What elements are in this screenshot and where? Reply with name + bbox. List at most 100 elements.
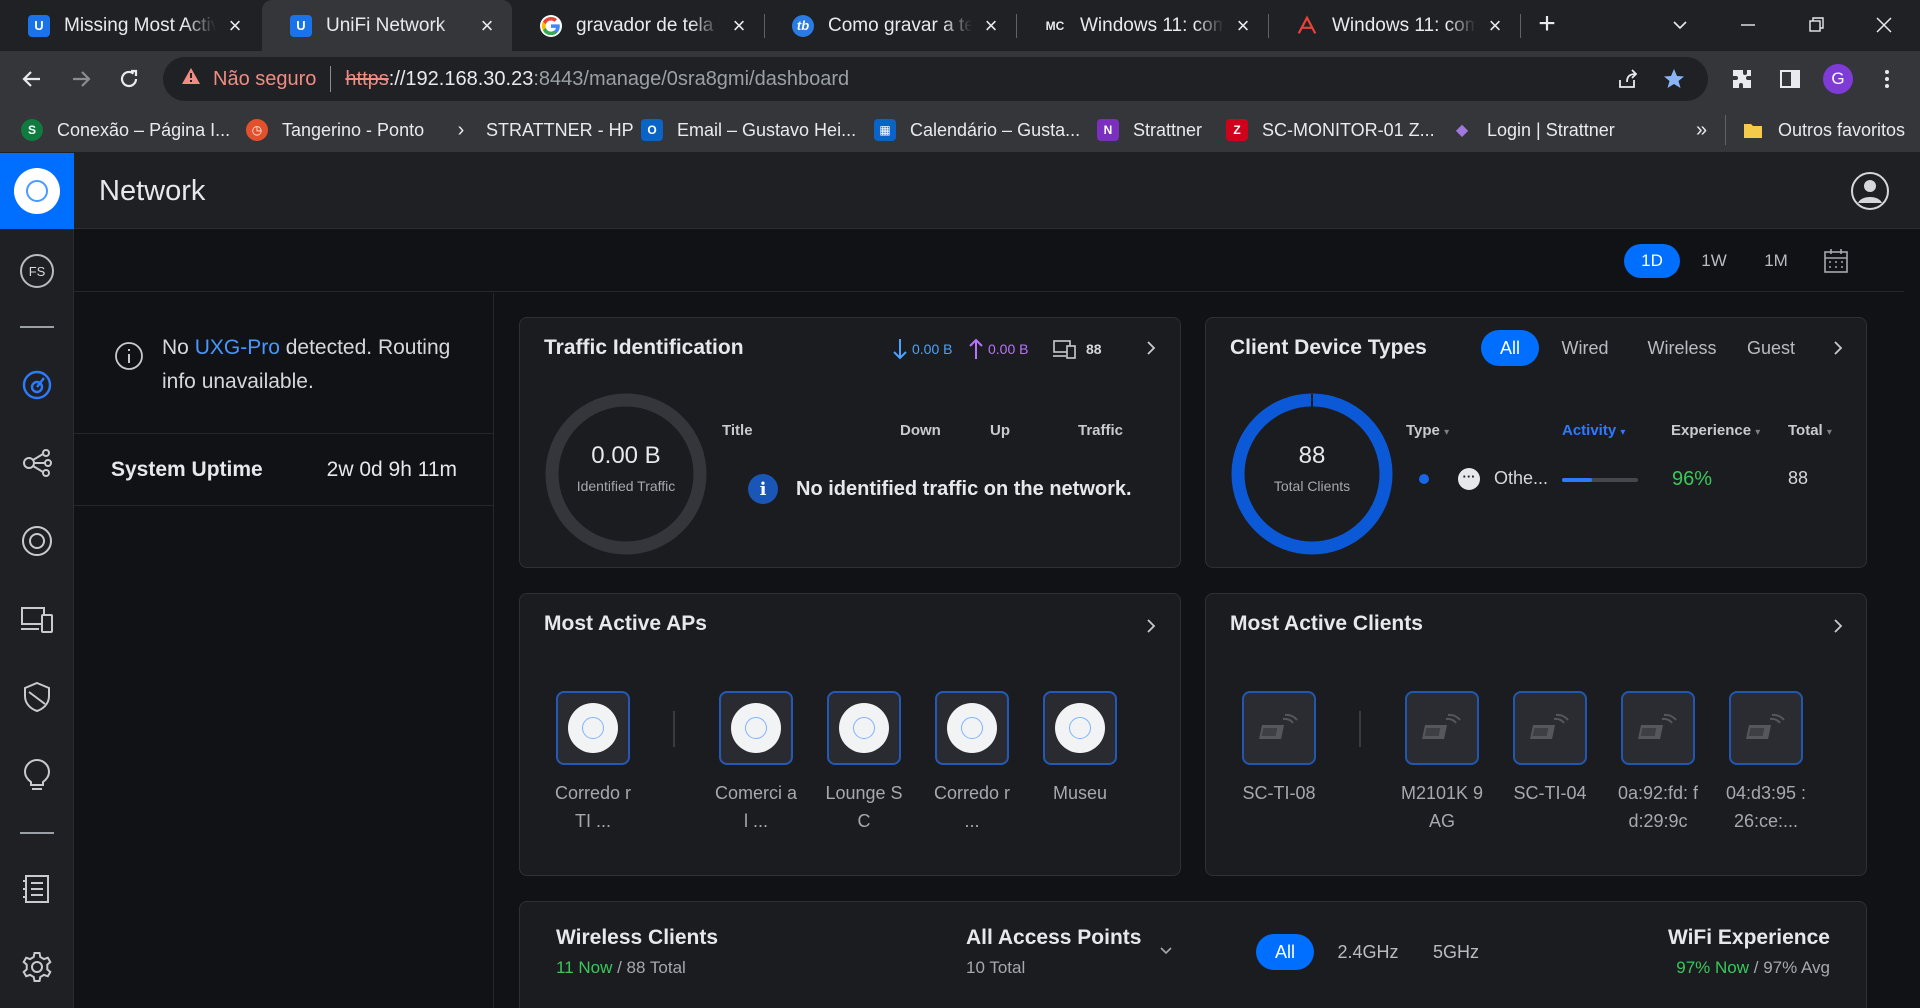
browser-tab[interactable]: tb Como gravar a tela × <box>764 0 1016 51</box>
close-icon[interactable]: × <box>728 14 750 37</box>
sidebar-item-settings[interactable] <box>17 947 57 987</box>
not-secure-label[interactable]: Não seguro <box>213 68 316 91</box>
browser-tab[interactable]: U Missing Most Active × <box>0 0 260 51</box>
extensions-icon[interactable] <box>1727 64 1757 94</box>
profile-avatar[interactable]: G <box>1823 64 1853 94</box>
client-item[interactable]: SC-TI-08 <box>1242 691 1316 807</box>
app-header: Network <box>74 153 1920 229</box>
calendar-icon: ▦ <box>874 119 896 141</box>
band-2-4ghz[interactable]: 2.4GHz <box>1326 934 1410 970</box>
client-item[interactable]: 04:d3:95 :26:ce:... <box>1726 691 1806 835</box>
client-item[interactable]: M2101K 9AG <box>1401 691 1483 835</box>
close-icon[interactable]: × <box>1232 14 1254 37</box>
ap-item[interactable]: Lounge SC <box>825 691 903 835</box>
ap-item[interactable]: Corredo r TI ... <box>555 691 631 835</box>
new-tab-button[interactable]: + <box>1532 9 1562 40</box>
sidebar-item-logs[interactable] <box>17 869 57 909</box>
ap-item[interactable]: Comerci al ... <box>715 691 797 835</box>
ap-device-icon <box>22 526 52 556</box>
forward-button[interactable] <box>66 64 96 94</box>
total-clients-value: 88 <box>1298 442 1326 469</box>
sidebar-item-insights[interactable] <box>17 755 57 795</box>
bookmark-star-icon[interactable] <box>1660 65 1688 93</box>
column-activity[interactable]: Activity ▾ <box>1562 422 1625 439</box>
arrow-down-icon <box>893 339 907 360</box>
bookmark-item[interactable]: › STRATTNER - HP <box>450 117 634 143</box>
client-item[interactable]: SC-TI-04 <box>1513 691 1587 807</box>
clock-icon: ◷ <box>246 119 268 141</box>
chevron-right-icon[interactable] <box>1828 338 1848 358</box>
unifi-logo-button[interactable] <box>0 153 74 229</box>
bookmark-label: Calendário – Gusta... <box>910 119 1081 140</box>
browser-tab[interactable]: gravador de tela windows × <box>512 0 764 51</box>
calendar-button[interactable] <box>1814 244 1858 278</box>
time-range-bar: 1D 1W 1M <box>74 229 1904 292</box>
close-icon[interactable]: × <box>1484 14 1506 37</box>
share-icon[interactable] <box>1614 65 1642 93</box>
device-type-total: 88 <box>1788 468 1809 488</box>
site-switcher[interactable]: FS <box>17 251 57 291</box>
bookmark-item[interactable]: O Email – Gustavo Hei... <box>641 117 856 143</box>
filter-wireless[interactable]: Wireless <box>1636 330 1728 366</box>
ap-item[interactable]: Corredo r ... <box>934 691 1010 835</box>
uxg-pro-link[interactable]: UXG-Pro <box>195 336 280 359</box>
client-count-stat: 88 <box>1052 338 1102 360</box>
back-button[interactable] <box>17 64 47 94</box>
chevron-right-icon[interactable] <box>1141 338 1161 358</box>
range-1d-button[interactable]: 1D <box>1624 244 1680 278</box>
ap-item[interactable]: Museu <box>1043 691 1117 807</box>
range-1w-button[interactable]: 1W <box>1686 244 1742 278</box>
wireless-laptop-icon <box>1259 713 1298 739</box>
bookmark-item[interactable]: N Strattner <box>1097 117 1202 143</box>
minimize-button[interactable] <box>1728 10 1768 40</box>
wireless-clients-counts: 11 Now / 88 Total <box>556 958 718 978</box>
sidebar-item-topology[interactable] <box>17 443 57 483</box>
bookmark-item[interactable]: ◷ Tangerino - Ponto <box>246 117 424 143</box>
close-icon[interactable]: × <box>476 14 498 37</box>
sidebar-item-clients[interactable] <box>17 599 57 639</box>
browser-tab[interactable]: MC Windows 11: como × <box>1016 0 1268 51</box>
close-icon[interactable]: × <box>224 14 246 37</box>
client-name: 0a:92:fd: fd:29:9c <box>1617 783 1699 831</box>
bookmark-item[interactable]: S Conexão – Página I... <box>21 117 230 143</box>
ap-tile <box>719 691 793 765</box>
bookmark-item[interactable]: ▦ Calendário – Gusta... <box>874 117 1080 143</box>
filter-guest[interactable]: Guest <box>1736 330 1806 366</box>
bookmark-item[interactable]: ◆ Login | Strattner <box>1451 117 1615 143</box>
chevron-down-icon[interactable] <box>1158 942 1174 958</box>
reload-button[interactable] <box>114 64 144 94</box>
address-bar[interactable]: Não seguro https://192.168.30.23:8443/ma… <box>163 57 1708 101</box>
filter-all[interactable]: All <box>1481 330 1539 366</box>
sidebar-item-dashboard[interactable] <box>17 365 57 405</box>
close-icon[interactable]: × <box>980 14 1002 37</box>
column-experience[interactable]: Experience ▾ <box>1671 422 1760 439</box>
column-total[interactable]: Total ▾ <box>1788 422 1832 439</box>
more-menu-icon[interactable] <box>1872 64 1902 94</box>
reload-icon <box>120 69 138 88</box>
client-item[interactable]: 0a:92:fd: fd:29:9c <box>1618 691 1698 835</box>
notes-icon <box>23 875 49 903</box>
user-account-button[interactable] <box>1850 171 1890 211</box>
side-panel-icon[interactable] <box>1775 64 1805 94</box>
filter-wired[interactable]: Wired <box>1548 330 1622 366</box>
bookmark-item[interactable]: Z SC-MONITOR-01 Z... <box>1226 117 1435 143</box>
restore-button[interactable] <box>1796 10 1836 40</box>
access-point-selector[interactable]: All Access Points 10 Total <box>966 926 1141 978</box>
url-host: ://192.168.30.23 <box>388 67 534 90</box>
tab-title: gravador de tela windows <box>576 14 720 36</box>
chevron-right-icon[interactable] <box>1828 616 1848 636</box>
column-type[interactable]: Type ▾ <box>1406 422 1449 439</box>
left-panel: No UXG-Pro detected. Routing info unavai… <box>74 293 494 1008</box>
other-favorites-folder[interactable]: Outros favoritos <box>1742 117 1905 143</box>
sidebar-item-devices[interactable] <box>17 521 57 561</box>
range-1m-button[interactable]: 1M <box>1748 244 1804 278</box>
sidebar-item-security[interactable] <box>17 677 57 717</box>
band-5ghz[interactable]: 5GHz <box>1420 934 1492 970</box>
browser-tab-active[interactable]: U UniFi Network × <box>262 0 512 51</box>
browser-tab[interactable]: Windows 11: como × <box>1268 0 1520 51</box>
more-bookmarks-button[interactable]: » <box>1696 117 1707 143</box>
close-window-button[interactable] <box>1864 10 1904 40</box>
band-all[interactable]: All <box>1256 934 1314 970</box>
chevron-right-icon[interactable] <box>1141 616 1161 636</box>
tab-search-button[interactable] <box>1660 10 1700 40</box>
